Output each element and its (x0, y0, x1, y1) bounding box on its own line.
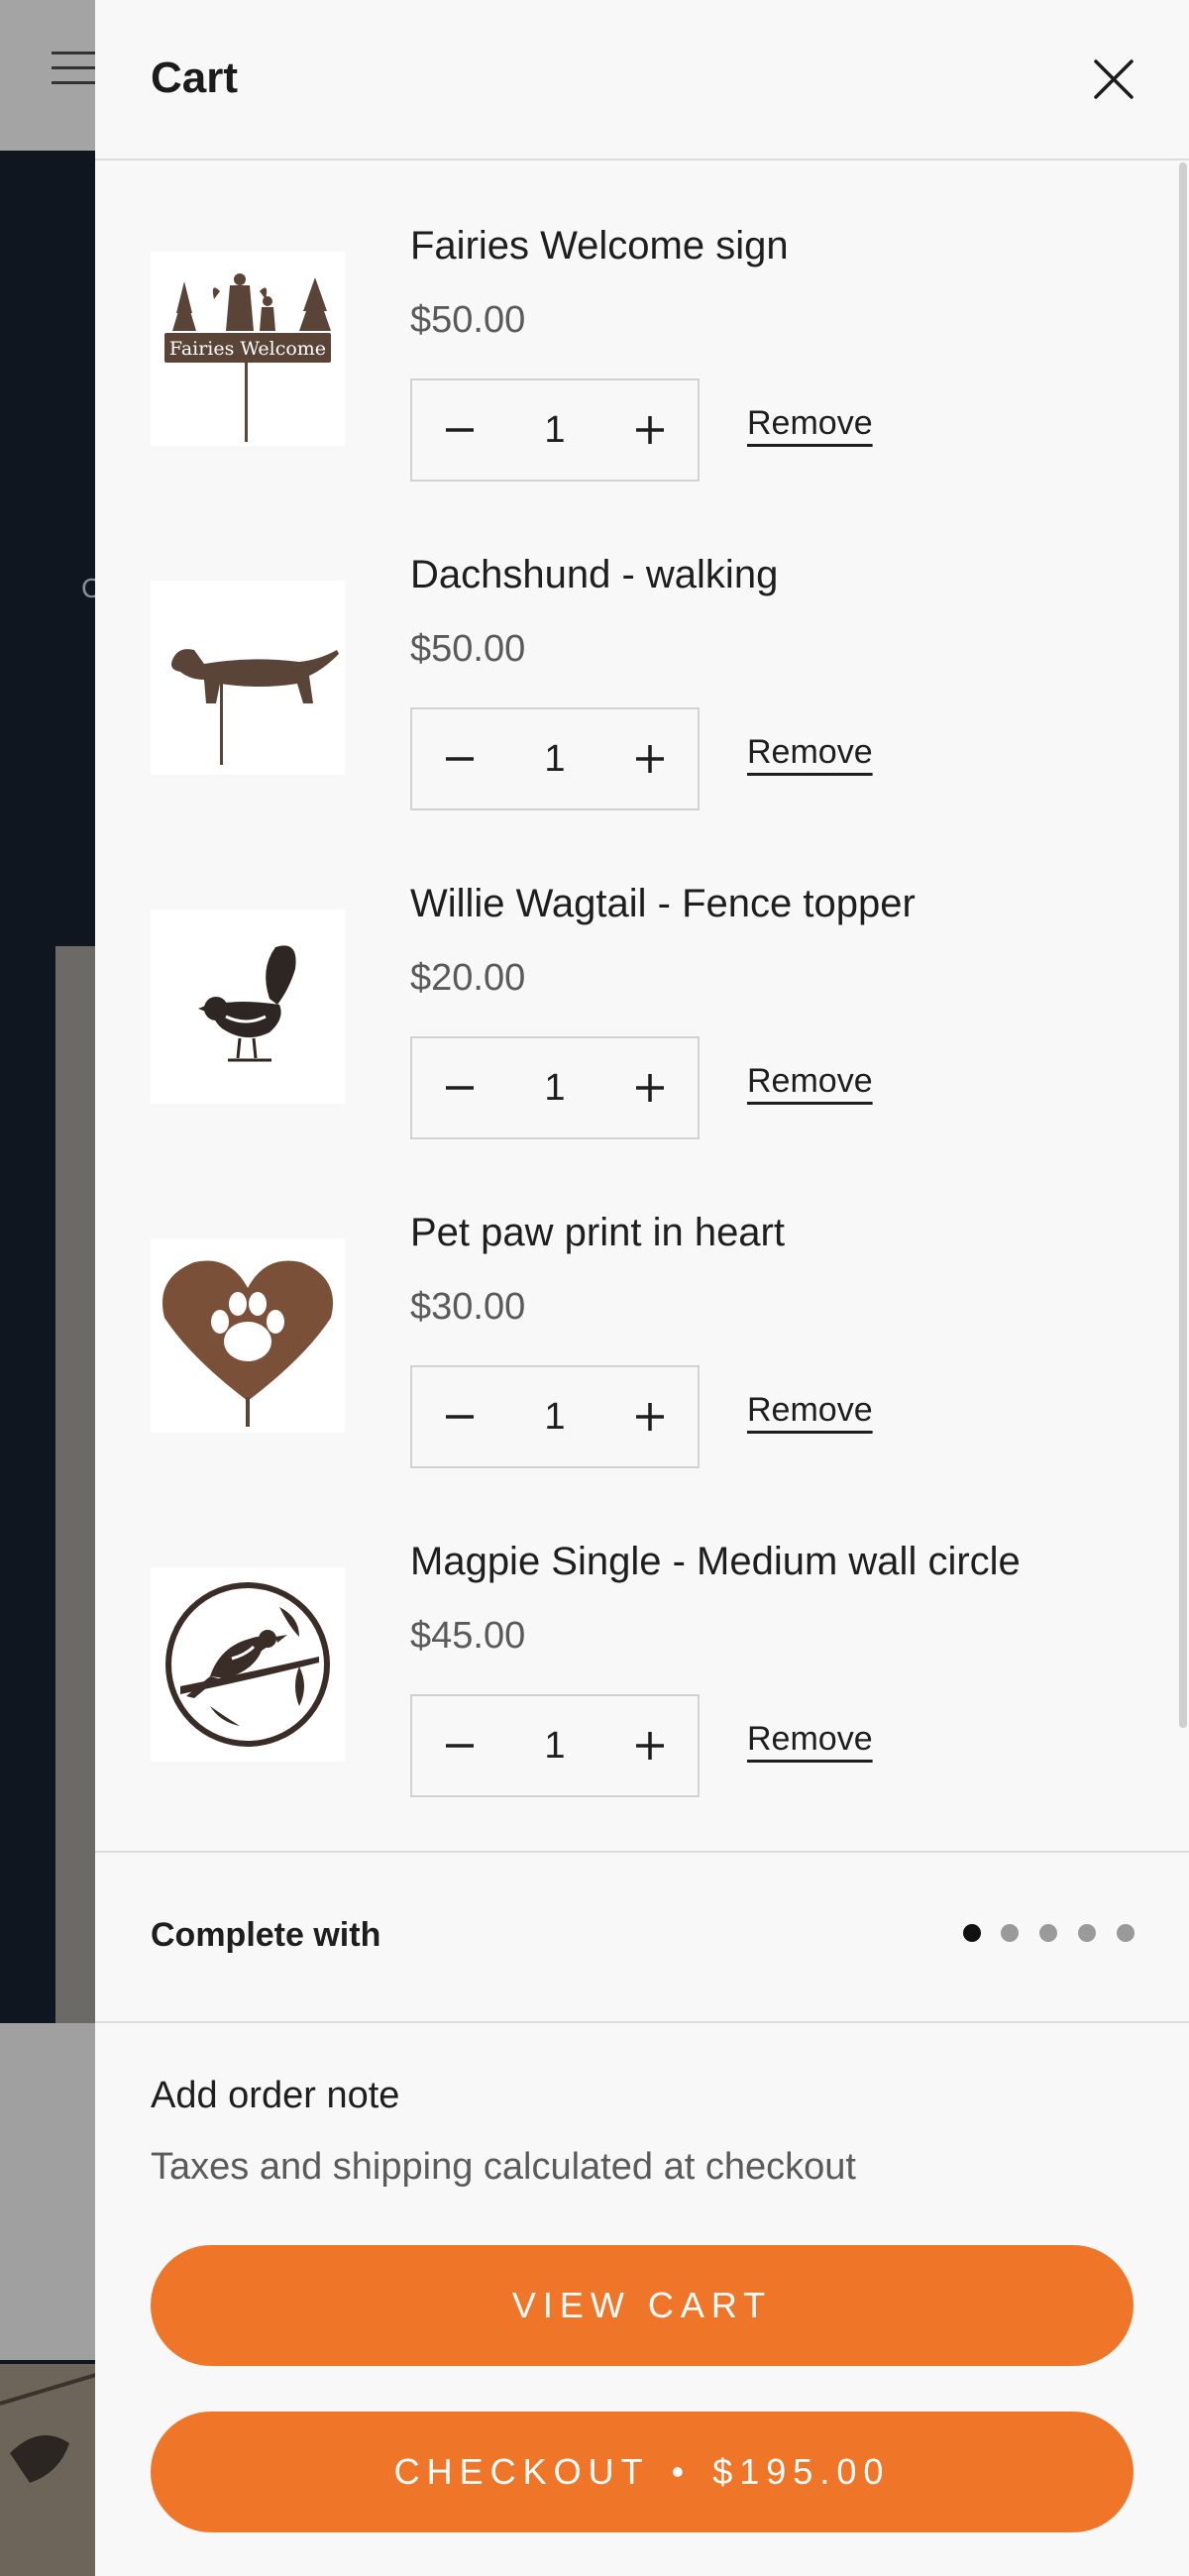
close-button[interactable] (1086, 52, 1141, 107)
quantity-input[interactable]: 1 (507, 380, 602, 480)
close-icon (1094, 59, 1134, 99)
plus-icon (636, 1074, 664, 1102)
quantity-stepper: 1 (410, 1694, 700, 1797)
complete-with-heading: Complete with (151, 1916, 381, 1954)
product-image-willie-wagtail[interactable] (151, 910, 345, 1104)
quantity-input[interactable]: 1 (507, 1367, 602, 1466)
add-order-note-link[interactable]: Add order note (151, 2075, 399, 2117)
cart-title: Cart (151, 54, 239, 102)
cart-item: Pet paw print in heart $30.00 1 Remove (151, 1149, 1161, 1478)
increase-quantity-button[interactable] (602, 1038, 698, 1137)
carousel-dot[interactable] (1001, 1924, 1019, 1942)
minus-icon (446, 1744, 474, 1748)
plus-icon (636, 1732, 664, 1760)
cart-item: Willie Wagtail - Fence topper $20.00 1 R… (151, 820, 1161, 1149)
item-price: $20.00 (410, 957, 526, 999)
remove-item-link[interactable]: Remove (747, 1720, 873, 1759)
carousel-dot[interactable] (1078, 1924, 1096, 1942)
menu-icon[interactable] (52, 52, 95, 95)
item-price: $45.00 (410, 1615, 526, 1657)
background-product-image (0, 2364, 100, 2576)
minus-icon (446, 1086, 474, 1090)
quantity-input[interactable]: 1 (507, 1696, 602, 1795)
carousel-dot[interactable] (1039, 1924, 1057, 1942)
decrease-quantity-button[interactable] (412, 1696, 507, 1795)
item-name[interactable]: Willie Wagtail - Fence topper (410, 882, 916, 926)
quantity-stepper: 1 (410, 707, 700, 810)
quantity-stepper: 1 (410, 378, 700, 482)
checkout-total: $195.00 (712, 2451, 891, 2492)
quantity-stepper: 1 (410, 1365, 700, 1468)
product-image-dachshund[interactable] (151, 581, 345, 775)
divider (95, 1851, 1189, 1853)
checkout-label: CHECKOUT (393, 2451, 650, 2492)
quantity-input[interactable]: 1 (507, 709, 602, 808)
product-image-paw-heart[interactable] (151, 1238, 345, 1433)
item-name[interactable]: Pet paw print in heart (410, 1211, 785, 1255)
remove-item-link[interactable]: Remove (747, 1391, 873, 1430)
item-price: $50.00 (410, 628, 526, 670)
increase-quantity-button[interactable] (602, 709, 698, 808)
decrease-quantity-button[interactable] (412, 380, 507, 480)
minus-icon (446, 1415, 474, 1419)
decrease-quantity-button[interactable] (412, 709, 507, 808)
item-name[interactable]: Magpie Single - Medium wall circle (410, 1540, 1021, 1584)
item-price: $30.00 (410, 1286, 526, 1328)
increase-quantity-button[interactable] (602, 380, 698, 480)
item-name[interactable]: Fairies Welcome sign (410, 224, 789, 268)
plus-icon (636, 745, 664, 773)
cart-scrollbar[interactable] (1179, 162, 1187, 1728)
cart-item: Dachshund - walking $50.00 1 Remove (151, 491, 1161, 820)
cart-header: Cart (95, 0, 1189, 161)
divider (95, 2021, 1189, 2023)
carousel-dot[interactable] (963, 1924, 981, 1942)
minus-icon (446, 428, 474, 432)
checkout-button[interactable]: CHECKOUT • $195.00 (151, 2412, 1134, 2532)
product-image-magpie-circle[interactable] (151, 1567, 345, 1762)
item-price: $50.00 (410, 299, 526, 341)
remove-item-link[interactable]: Remove (747, 404, 873, 443)
cart-item: Fairies Welcome Fairies Welcome sign $50… (151, 162, 1161, 491)
plus-icon (636, 1403, 664, 1431)
remove-item-link[interactable]: Remove (747, 733, 873, 772)
quantity-input[interactable]: 1 (507, 1038, 602, 1137)
increase-quantity-button[interactable] (602, 1696, 698, 1795)
carousel-dot[interactable] (1117, 1924, 1135, 1942)
decrease-quantity-button[interactable] (412, 1367, 507, 1466)
item-name[interactable]: Dachshund - walking (410, 553, 778, 597)
quantity-stepper: 1 (410, 1036, 700, 1139)
cart-item: Magpie Single - Medium wall circle $45.0… (151, 1478, 1161, 1807)
plus-icon (636, 416, 664, 444)
product-image-caption: Fairies Welcome (169, 338, 326, 360)
view-cart-button[interactable]: VIEW CART (151, 2245, 1134, 2366)
increase-quantity-button[interactable] (602, 1367, 698, 1466)
product-image-fairies-welcome[interactable]: Fairies Welcome (151, 252, 345, 446)
tax-shipping-note: Taxes and shipping calculated at checkou… (151, 2146, 856, 2188)
checkout-separator: • (671, 2451, 692, 2492)
minus-icon (446, 757, 474, 761)
cart-drawer: Cart Fairies Welcome Fairies Welcome sig… (95, 0, 1189, 2576)
decrease-quantity-button[interactable] (412, 1038, 507, 1137)
remove-item-link[interactable]: Remove (747, 1062, 873, 1101)
